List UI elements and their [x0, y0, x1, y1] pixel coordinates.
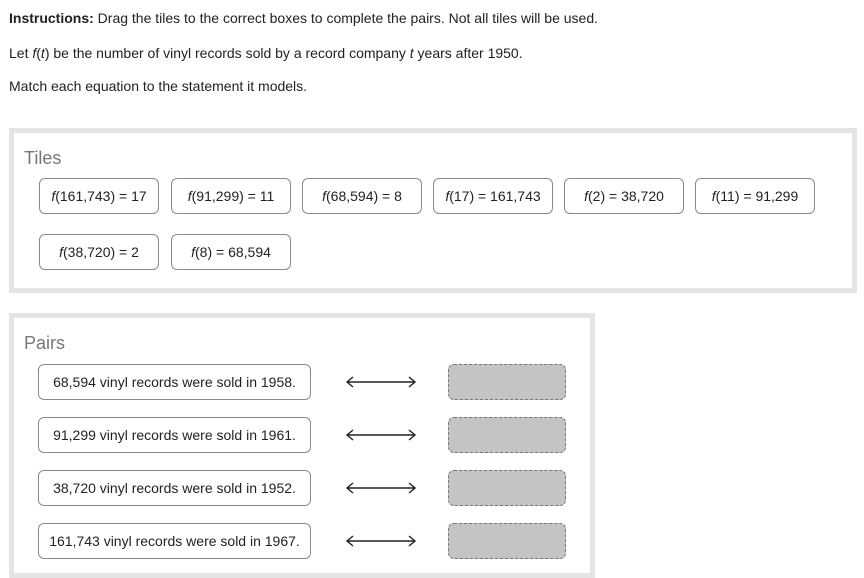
tile-2[interactable]: f (91,299) = 11	[171, 178, 291, 214]
context-text-4: years after 1950.	[413, 45, 523, 61]
tile-label: (17) = 161,743	[449, 188, 541, 204]
tile-3[interactable]: f (68,594) = 8	[302, 178, 422, 214]
tile-label: (91,299) = 11	[191, 188, 275, 204]
tile-label: (161,743) = 17	[55, 188, 147, 204]
instructions-line: Instructions: Drag the tiles to the corr…	[9, 10, 598, 26]
context-text-3: ) be the number of vinyl records sold by…	[44, 45, 410, 61]
tiles-panel: Tiles f (161,743) = 17 f (91,299) = 11 f (6…	[9, 128, 857, 293]
double-arrow-icon	[345, 482, 417, 494]
pairs-panel-title: Pairs	[24, 333, 66, 353]
double-arrow-icon	[345, 535, 417, 547]
tile-7[interactable]: f (38,720) = 2	[39, 234, 159, 270]
drop-target-1[interactable]	[448, 364, 566, 400]
pair-statement-2: 91,299 vinyl records were sold in 1961.	[38, 417, 311, 453]
tile-4[interactable]: f (17) = 161,743	[433, 178, 553, 214]
tile-1[interactable]: f (161,743) = 17	[39, 178, 159, 214]
drop-target-3[interactable]	[448, 470, 566, 506]
tile-label: (11) = 91,299	[715, 188, 799, 204]
tile-label: (38,720) = 2	[63, 244, 139, 260]
drop-target-4[interactable]	[448, 523, 566, 559]
tile-6[interactable]: f (11) = 91,299	[695, 178, 815, 214]
tile-label: (2) = 38,720	[588, 188, 664, 204]
pair-statement-4: 161,743 vinyl records were sold in 1967.	[38, 523, 311, 559]
pairs-panel: Pairs 68,594 vinyl records were sold in …	[9, 313, 595, 578]
double-arrow-icon	[345, 376, 417, 388]
double-arrow-icon	[345, 429, 417, 441]
tile-5[interactable]: f (2) = 38,720	[564, 178, 684, 214]
instructions-text: Drag the tiles to the correct boxes to c…	[97, 10, 599, 26]
pair-statement-3: 38,720 vinyl records were sold in 1952.	[38, 470, 311, 506]
context-text-1: Let	[9, 45, 33, 61]
instructions-label: Instructions:	[9, 10, 94, 26]
tile-8[interactable]: f (8) = 68,594	[171, 234, 291, 270]
tile-label: (8) = 68,594	[195, 244, 271, 260]
prompt-text: Match each equation to the statement it …	[9, 78, 308, 94]
drop-target-2[interactable]	[448, 417, 566, 453]
pair-statement-1: 68,594 vinyl records were sold in 1958.	[38, 364, 311, 400]
tile-label: (68,594) = 8	[326, 188, 402, 204]
tiles-panel-title: Tiles	[24, 148, 62, 168]
context-line: Let f(t) be the number of vinyl records …	[9, 45, 523, 61]
